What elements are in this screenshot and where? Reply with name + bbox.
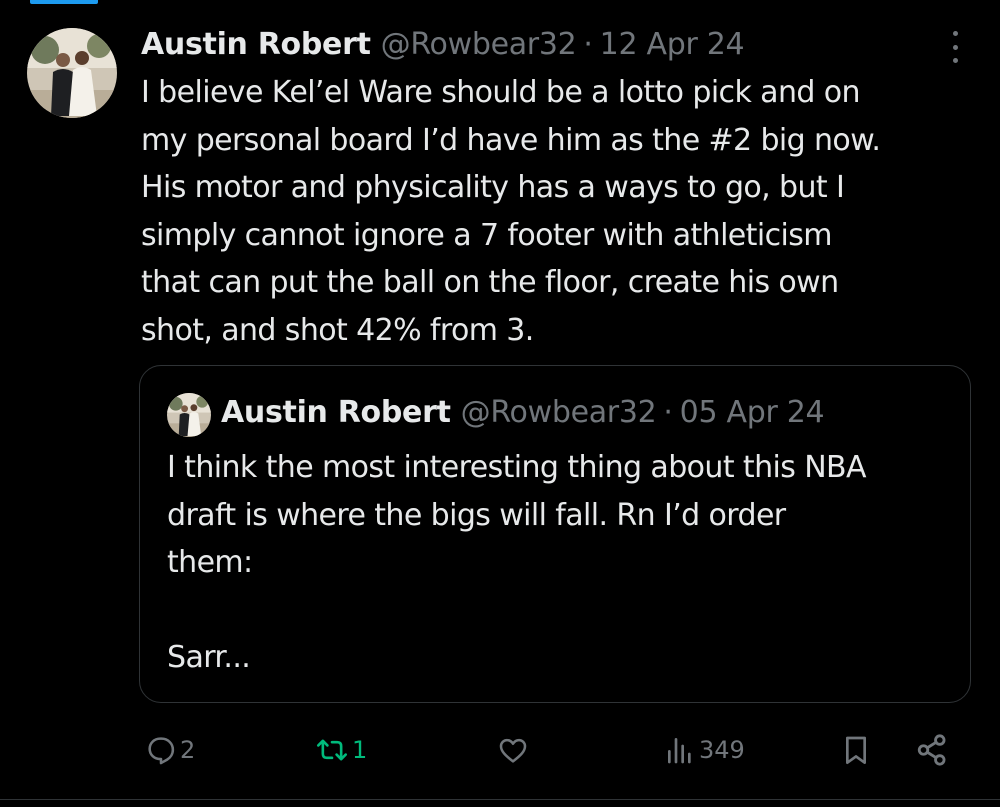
- bookmark-icon: [846, 736, 866, 764]
- more-dot: [952, 44, 958, 50]
- bar-chart-icon: [668, 738, 691, 764]
- tweet-text: I believe Kel’el Ware should be a lotto …: [141, 75, 881, 348]
- quoted-tweet-text: I think the most interesting thing about…: [167, 450, 867, 675]
- quoted-tweet-header: Austin Robert @Rowbear32 · 05 Apr 24: [221, 392, 825, 432]
- more-options-icon[interactable]: [944, 31, 966, 63]
- heart-icon: [499, 738, 527, 763]
- divider: [0, 799, 1000, 800]
- header-separator: ·: [583, 26, 593, 62]
- quoted-author-avatar: [167, 393, 211, 437]
- quoted-tweet-date: 05 Apr 24: [679, 394, 825, 430]
- retweet-button[interactable]: 1: [315, 728, 367, 772]
- reply-count: 2: [180, 736, 196, 764]
- more-dot: [952, 58, 958, 63]
- author-name[interactable]: Austin Robert: [141, 27, 371, 62]
- more-dot: [952, 31, 958, 36]
- retweet-count: 1: [352, 736, 368, 764]
- quoted-tweet-card[interactable]: Austin Robert @Rowbear32 · 05 Apr 24 I t…: [139, 365, 971, 703]
- tweet-date[interactable]: 12 Apr 24: [600, 27, 745, 62]
- views-count: 349: [699, 736, 745, 764]
- quoted-author-handle: @Rowbear32: [460, 394, 657, 430]
- like-button[interactable]: [496, 728, 533, 772]
- author-avatar[interactable]: [27, 28, 117, 118]
- author-handle[interactable]: @Rowbear32: [381, 27, 577, 62]
- speech-bubble-icon: [148, 737, 175, 765]
- avatar-photo: [27, 28, 117, 118]
- tweet-header: Austin Robert @Rowbear32 · 12 Apr 24: [141, 24, 745, 64]
- retweet-arrows-icon: [316, 739, 348, 761]
- active-tab-indicator: [30, 0, 98, 4]
- quoted-avatar-photo: [167, 393, 211, 437]
- quoted-author-name: Austin Robert: [221, 394, 451, 430]
- bookmark-button[interactable]: [840, 728, 872, 772]
- reply-button[interactable]: 2: [145, 728, 195, 772]
- share-button[interactable]: [915, 728, 949, 772]
- views-button[interactable]: 349: [664, 728, 745, 772]
- share-nodes-icon: [917, 734, 946, 766]
- quoted-header-separator: ·: [663, 394, 673, 430]
